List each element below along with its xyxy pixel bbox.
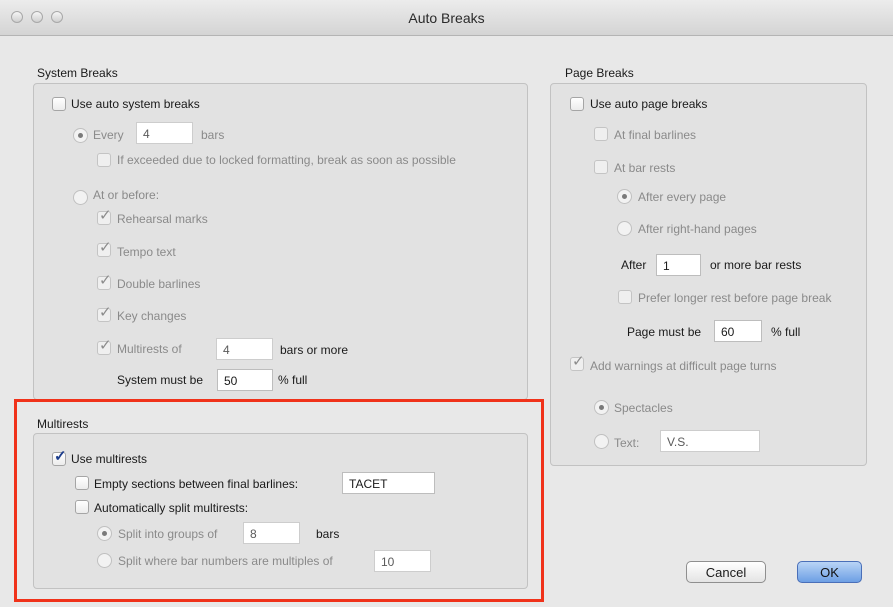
prefer-longer-label: Prefer longer rest before page break — [638, 291, 832, 305]
prefer-longer-checkbox[interactable] — [618, 290, 632, 304]
warnings-checkbox[interactable]: ✓ — [570, 353, 585, 371]
final-barlines-label: At final barlines — [614, 128, 697, 142]
checkmark-icon: ✓ — [99, 337, 112, 354]
window-title: Auto Breaks — [408, 10, 485, 26]
every-bars-radio[interactable] — [73, 128, 88, 143]
after-right-hand-radio[interactable] — [617, 221, 632, 236]
system-must-be-label: System must be — [117, 373, 204, 387]
spectacles-radio[interactable] — [594, 400, 609, 415]
multirests-of-checkbox[interactable]: ✓ — [97, 337, 112, 355]
rehearsal-marks-checkbox[interactable]: ✓ — [97, 207, 112, 225]
ok-button[interactable]: OK — [797, 561, 862, 583]
spectacles-label: Spectacles — [614, 401, 673, 415]
rehearsal-marks-label: Rehearsal marks — [117, 212, 208, 226]
after-rests-label: After — [621, 258, 647, 272]
every-bars-suffix: bars — [201, 128, 225, 142]
system-must-be-suffix: % full — [278, 373, 308, 387]
text-radio[interactable] — [594, 434, 609, 449]
title-bar: Auto Breaks — [0, 0, 893, 36]
system-must-be-input[interactable]: 50 — [217, 369, 273, 391]
multirests-of-label: Multirests of — [117, 342, 182, 356]
break-asap-checkbox[interactable] — [97, 153, 111, 167]
system-breaks-title: System Breaks — [37, 66, 118, 80]
cancel-button[interactable]: Cancel — [686, 561, 766, 583]
after-every-page-radio[interactable] — [617, 189, 632, 204]
page-breaks-title: Page Breaks — [565, 66, 634, 80]
checkmark-icon: ✓ — [99, 272, 112, 289]
radio-selected-dot — [78, 133, 83, 138]
key-changes-label: Key changes — [117, 309, 187, 323]
after-rests-input[interactable]: 1 — [656, 254, 701, 276]
highlight-box — [14, 399, 544, 602]
use-auto-system-breaks-checkbox[interactable] — [52, 97, 66, 111]
radio-selected-dot — [599, 405, 604, 410]
after-right-hand-label: After right-hand pages — [638, 222, 757, 236]
every-bars-input[interactable]: 4 — [136, 122, 193, 144]
use-auto-page-breaks-label: Use auto page breaks — [590, 97, 708, 111]
bar-rests-checkbox[interactable] — [594, 160, 608, 174]
tempo-text-label: Tempo text — [117, 245, 176, 259]
checkmark-icon: ✓ — [99, 304, 112, 321]
multirests-of-suffix: bars or more — [280, 343, 349, 357]
page-must-be-label: Page must be — [627, 325, 702, 339]
double-barlines-label: Double barlines — [117, 277, 201, 291]
warnings-label: Add warnings at difficult page turns — [590, 359, 777, 373]
page-must-be-input[interactable]: 60 — [714, 320, 762, 342]
page-must-be-suffix: % full — [771, 325, 801, 339]
checkmark-icon: ✓ — [99, 207, 112, 224]
checkmark-icon: ✓ — [572, 353, 585, 370]
after-every-page-label: After every page — [638, 190, 727, 204]
use-auto-system-breaks-label: Use auto system breaks — [71, 97, 200, 111]
at-or-before-radio[interactable] — [73, 190, 88, 205]
every-label: Every — [93, 128, 124, 142]
double-barlines-checkbox[interactable]: ✓ — [97, 272, 112, 290]
checkmark-icon: ✓ — [99, 239, 112, 256]
at-or-before-label: At or before: — [93, 188, 160, 202]
text-label: Text: — [614, 436, 640, 450]
final-barlines-checkbox[interactable] — [594, 127, 608, 141]
text-input[interactable]: V.S. — [660, 430, 760, 452]
after-rests-suffix: or more bar rests — [710, 258, 802, 272]
use-auto-page-breaks-checkbox[interactable] — [570, 97, 584, 111]
tempo-text-checkbox[interactable]: ✓ — [97, 239, 112, 257]
key-changes-checkbox[interactable]: ✓ — [97, 304, 112, 322]
break-asap-label: If exceeded due to locked formatting, br… — [117, 153, 456, 167]
multirests-of-input[interactable]: 4 — [216, 338, 273, 360]
bar-rests-label: At bar rests — [614, 161, 676, 175]
radio-selected-dot — [622, 194, 627, 199]
